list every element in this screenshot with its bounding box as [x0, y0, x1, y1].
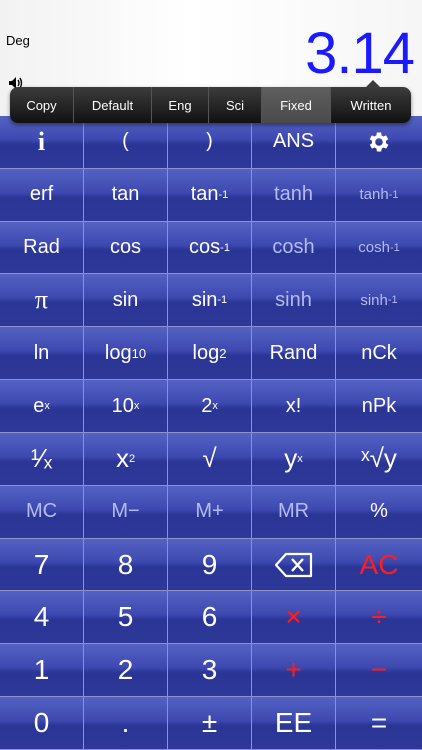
rand-key[interactable]: Rand — [252, 327, 336, 381]
digit-2-key[interactable]: 2 — [84, 644, 168, 698]
arccos-key[interactable]: cos -1 — [168, 221, 252, 275]
log2-base: 2 — [219, 345, 227, 361]
close-paren-key[interactable]: ) — [168, 116, 252, 169]
arctanh-exponent: -1 — [388, 188, 399, 201]
menu-sci[interactable]: Sci — [209, 87, 262, 123]
ln-key[interactable]: ln — [0, 327, 84, 381]
divide-key[interactable]: ÷ — [336, 591, 422, 645]
settings-key[interactable] — [336, 116, 422, 169]
two-power-exponent: x — [212, 400, 218, 413]
digit-3-key[interactable]: 3 — [168, 644, 252, 698]
two-power-key[interactable]: 2x — [168, 380, 252, 433]
tanh-key[interactable]: tanh — [252, 168, 336, 222]
square-exponent: 2 — [128, 452, 136, 465]
tan-key[interactable]: tan — [84, 168, 168, 222]
digit-5-key[interactable]: 5 — [84, 591, 168, 645]
log10-key[interactable]: log 10 — [84, 327, 168, 381]
info-key[interactable]: i — [0, 116, 84, 169]
arcsinh-exponent: -1 — [387, 294, 398, 307]
cosh-key[interactable]: cosh — [252, 221, 336, 275]
log10-base: 10 — [131, 345, 147, 361]
ten-power-base: 10 — [111, 394, 134, 417]
decimal-key[interactable]: . — [84, 697, 168, 750]
xth-root-key[interactable]: ˣ√y — [336, 432, 422, 486]
format-popup-menu: Copy Default Eng Sci Fixed Written — [10, 87, 411, 123]
sinh-key[interactable]: sinh — [252, 274, 336, 328]
digit-4-key[interactable]: 4 — [0, 591, 84, 645]
plus-minus-key[interactable]: ± — [168, 697, 252, 750]
popup-arrow — [365, 80, 381, 88]
ten-power-exponent: x — [133, 400, 140, 413]
arctanh-label: tanh — [359, 186, 389, 204]
exp-key[interactable]: ex — [0, 380, 84, 433]
arccosh-exponent: -1 — [389, 241, 400, 254]
npr-key[interactable]: nPk — [336, 380, 422, 433]
ncr-key[interactable]: nCk — [336, 327, 422, 381]
erf-key[interactable]: erf — [0, 168, 84, 222]
arcsin-exponent: -1 — [217, 294, 228, 307]
digit-1-key[interactable]: 1 — [0, 644, 84, 698]
menu-eng[interactable]: Eng — [152, 87, 209, 123]
digit-8-key[interactable]: 8 — [84, 538, 168, 592]
open-paren-key[interactable]: ( — [84, 116, 168, 169]
arcsinh-key[interactable]: sinh -1 — [336, 274, 422, 328]
log2-label: log — [192, 341, 220, 364]
menu-default[interactable]: Default — [74, 87, 152, 123]
arcsin-label: sin — [191, 288, 218, 311]
add-key[interactable]: + — [252, 644, 336, 698]
power-exponent: x — [297, 452, 303, 465]
ten-power-key[interactable]: 10 x — [84, 380, 168, 433]
backspace-key[interactable] — [252, 538, 336, 592]
two-power-base: 2 — [201, 394, 213, 417]
power-key[interactable]: yx — [252, 432, 336, 486]
menu-fixed[interactable]: Fixed — [262, 87, 331, 123]
arccos-exponent: -1 — [220, 241, 230, 254]
exponent-key[interactable]: EE — [252, 697, 336, 750]
cos-key[interactable]: cos — [84, 221, 168, 275]
square-base: x — [115, 443, 129, 474]
arctan-exponent: -1 — [218, 188, 229, 201]
equals-key[interactable]: = — [336, 697, 422, 750]
memory-plus-key[interactable]: M+ — [168, 485, 252, 539]
digit-6-key[interactable]: 6 — [168, 591, 252, 645]
reciprocal-key[interactable]: ¹⁄ₓ — [0, 432, 84, 486]
arccos-label: cos — [189, 236, 221, 259]
arctan-key[interactable]: tan -1 — [168, 168, 252, 222]
arcsinh-label: sinh — [360, 291, 388, 309]
menu-written[interactable]: Written — [331, 87, 411, 123]
memory-recall-key[interactable]: MR — [252, 485, 336, 539]
arcsin-key[interactable]: sin -1 — [168, 274, 252, 328]
square-key[interactable]: x2 — [84, 432, 168, 486]
subtract-key[interactable]: − — [336, 644, 422, 698]
digit-0-key[interactable]: 0 — [0, 697, 84, 750]
digit-7-key[interactable]: 7 — [0, 538, 84, 592]
pi-key[interactable]: π — [0, 274, 84, 328]
rad-key[interactable]: Rad — [0, 221, 84, 275]
sin-key[interactable]: sin — [84, 274, 168, 328]
all-clear-key[interactable]: AC — [336, 538, 422, 592]
multiply-key[interactable]: × — [252, 591, 336, 645]
arccosh-label: cosh — [358, 239, 390, 257]
backspace-icon — [274, 552, 312, 577]
display-value[interactable]: 3.14 — [305, 22, 415, 86]
memory-minus-key[interactable]: M− — [84, 485, 168, 539]
log2-key[interactable]: log 2 — [168, 327, 252, 381]
menu-copy[interactable]: Copy — [10, 87, 74, 123]
angle-mode-label: Deg — [6, 33, 30, 48]
percent-key[interactable]: % — [336, 485, 422, 539]
arctanh-key[interactable]: tanh -1 — [336, 168, 422, 222]
memory-clear-key[interactable]: MC — [0, 485, 84, 539]
log10-label: log — [104, 341, 132, 364]
arccosh-key[interactable]: cosh -1 — [336, 221, 422, 275]
ans-key[interactable]: ANS — [252, 116, 336, 169]
factorial-key[interactable]: x! — [252, 380, 336, 433]
power-base: y — [284, 443, 298, 474]
gear-icon — [369, 132, 389, 152]
exp-base: e — [33, 394, 45, 417]
exp-exponent: x — [44, 400, 50, 413]
sqrt-key[interactable]: √ — [168, 432, 252, 486]
digit-9-key[interactable]: 9 — [168, 538, 252, 592]
arctan-label: tan — [190, 183, 219, 206]
keypad: i ( ) ANS erf tan tan -1 tanh tanh -1 Rad … — [0, 116, 422, 750]
